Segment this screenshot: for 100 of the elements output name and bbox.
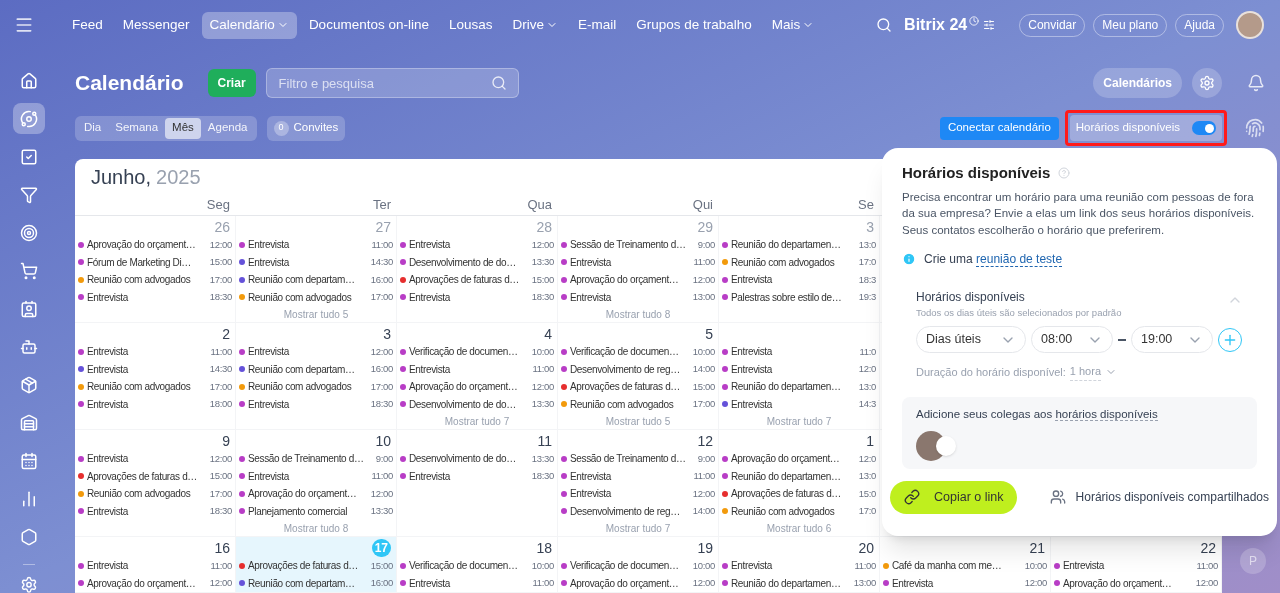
event-title[interactable]: Entrevista bbox=[409, 575, 450, 591]
event-title[interactable]: Entrevista bbox=[731, 558, 772, 574]
nav-tab[interactable]: Grupos de trabalho bbox=[628, 11, 760, 39]
day-cell[interactable]: 29 Sessão de Treinamento d… 9:00 Entrevista 11:00 Aprovação do orçament… 12:00 Entrevista 13:00 Mostrar tudo 8 bbox=[558, 216, 719, 323]
day-cell[interactable]: 9 Entrevista 12:00 Aprovações de faturas d… 15:00 Reunião com advogados 17:00 Entrevista 18:30 bbox=[75, 430, 236, 537]
available-times-link[interactable]: horários disponíveis bbox=[1055, 407, 1158, 421]
nav-tab[interactable]: Drive bbox=[504, 11, 566, 39]
event-title[interactable]: Desenvolvimento de reg… bbox=[570, 503, 680, 519]
event-title[interactable]: Entrevista bbox=[409, 468, 450, 484]
event-title[interactable]: Entrevista bbox=[248, 396, 289, 412]
event-title[interactable]: Entrevista bbox=[409, 361, 450, 377]
event-title[interactable]: Reunião com advogados bbox=[248, 289, 352, 305]
event-title[interactable]: Reunião com departam… bbox=[248, 361, 355, 377]
event-title[interactable]: Entrevista bbox=[87, 558, 128, 574]
day-cell[interactable]: 5 Verificação de documen… 10:00 Desenvolvimento de reg… 14:00 Aprovações de faturas d… 15:00 Reunião com advogados 17:00 Mostrar tudo 5 bbox=[558, 323, 719, 430]
day-cell[interactable]: 12 Sessão de Treinamento d… 9:00 Entrevista 11:00 Entrevista 12:00 Desenvolvimento de reg… 14:00 Mostrar tudo 7 bbox=[558, 430, 719, 537]
event-title[interactable]: Reunião do departamen… bbox=[731, 237, 841, 253]
event-title[interactable]: Verificação de documen… bbox=[570, 558, 679, 574]
event-title[interactable]: Entrevista bbox=[1063, 558, 1104, 574]
event-title[interactable]: Aprovação do orçament… bbox=[87, 575, 196, 591]
copy-link-button[interactable]: Copiar o link bbox=[890, 480, 1018, 514]
nav-tab[interactable]: Documentos on-line bbox=[300, 11, 437, 39]
day-cell[interactable]: 1 Aprovação do orçament… 12:0 Reunião do departamen… 13:0 Aprovações de faturas d… 15:0 Reunião com advogados 17:0 Mostrar tudo 6 bbox=[719, 430, 880, 537]
event-title[interactable]: Aprovações de faturas d… bbox=[248, 558, 358, 574]
day-cell[interactable]: 19 Verificação de documen… 10:00 Aprovação do orçament… 12:00 bbox=[558, 537, 719, 593]
event-title[interactable]: Aprovação do orçament… bbox=[87, 237, 196, 253]
event-title[interactable]: Reunião com advogados bbox=[87, 272, 191, 288]
event-title[interactable]: Reunião do departamen… bbox=[731, 575, 841, 591]
event-title[interactable]: Aprovação do orçament… bbox=[570, 272, 679, 288]
event-title[interactable]: Entrevista bbox=[731, 344, 772, 360]
event-title[interactable]: Sessão de Treinamento d… bbox=[248, 451, 364, 467]
event-title[interactable]: Entrevista bbox=[570, 468, 611, 484]
event-title[interactable]: Entrevista bbox=[570, 289, 611, 305]
day-cell[interactable]: 27 Entrevista 11:00 Entrevista 14:30 Reunião com departam… 16:00 Reunião com advogados 17:00 Mostrar tudo 5 bbox=[236, 216, 397, 323]
shared-times-link[interactable]: Horários disponíveis compartilhados bbox=[1049, 488, 1269, 507]
event-title[interactable]: Aprovações de faturas d… bbox=[409, 272, 519, 288]
day-cell[interactable]: 20 Entrevista 11:00 Reunião do departamen… 13:00 bbox=[719, 537, 880, 593]
event-title[interactable]: Reunião do departamen… bbox=[731, 468, 841, 484]
event-title[interactable]: Entrevista bbox=[87, 344, 128, 360]
event-title[interactable]: Verificação de documen… bbox=[409, 344, 518, 360]
event-title[interactable]: Reunião com advogados bbox=[248, 379, 352, 395]
event-title[interactable]: Sessão de Treinamento d… bbox=[570, 451, 686, 467]
nav-tab[interactable]: Messenger bbox=[114, 11, 198, 39]
event-title[interactable]: Aprovação do orçament… bbox=[248, 486, 357, 502]
day-cell[interactable]: 16 Entrevista 11:00 Aprovação do orçament… 12:00 bbox=[75, 537, 236, 593]
test-meeting-link[interactable]: reunião de teste bbox=[976, 252, 1063, 267]
event-title[interactable]: Entrevista bbox=[409, 237, 450, 253]
event-title[interactable]: Aprovação do orçament… bbox=[409, 379, 518, 395]
event-title[interactable]: Entrevista bbox=[87, 361, 128, 377]
view-tab[interactable]: Mês bbox=[165, 117, 201, 139]
day-cell[interactable]: 26 Aprovação do orçament… 12:00 Fórum de Marketing Di… 15:00 Reunião com advogados 17:00 Entrevista 18:30 bbox=[75, 216, 236, 323]
event-title[interactable]: Entrevista bbox=[87, 396, 128, 412]
day-cell[interactable]: 18 Verificação de documen… 10:00 Entrevista 11:00 bbox=[397, 537, 558, 593]
event-title[interactable]: Entrevista bbox=[87, 503, 128, 519]
nav-tab[interactable]: Feed bbox=[64, 11, 111, 39]
nav-tab[interactable]: Mais bbox=[763, 11, 823, 39]
event-title[interactable]: Desenvolvimento de reg… bbox=[570, 361, 680, 377]
event-title[interactable]: Reunião com advogados bbox=[731, 503, 835, 519]
event-title[interactable]: Entrevista bbox=[570, 486, 611, 502]
day-cell[interactable]: 3 Reunião do departamen… 13:0 Reunião com advogados 17:0 Entrevista 18:3 Palestras sobre estilo de… 19:3 bbox=[719, 216, 880, 323]
event-title[interactable]: Desenvolvimento de do… bbox=[409, 396, 516, 412]
event-title[interactable]: Aprovação do orçament… bbox=[731, 451, 840, 467]
event-title[interactable]: Verificação de documen… bbox=[570, 344, 679, 360]
event-title[interactable]: Entrevista bbox=[87, 451, 128, 467]
event-title[interactable]: Entrevista bbox=[570, 254, 611, 270]
event-title[interactable]: Desenvolvimento de do… bbox=[409, 451, 516, 467]
day-cell[interactable]: 11 Desenvolvimento de do… 13:30 Entrevista 18:30 bbox=[397, 430, 558, 537]
event-title[interactable]: Planejamento comercial bbox=[248, 503, 348, 519]
event-title[interactable]: Aprovações de faturas d… bbox=[87, 468, 197, 484]
event-title[interactable]: Fórum de Marketing Di… bbox=[87, 254, 191, 270]
event-title[interactable]: Entrevista bbox=[87, 289, 128, 305]
event-title[interactable]: Entrevista bbox=[248, 468, 289, 484]
event-title[interactable]: Reunião do departamen… bbox=[731, 379, 841, 395]
event-title[interactable]: Entrevista bbox=[409, 289, 450, 305]
day-cell[interactable]: 28 Entrevista 12:00 Desenvolvimento de do… 13:30 Aprovações de faturas d… 15:00 Entrevista 18:30 bbox=[397, 216, 558, 323]
day-cell[interactable]: Entrevista 11:0 Entrevista 12:0 Reunião do departamen… 13:0 Entrevista 14:3 Mostrar tudo 7 bbox=[719, 323, 880, 430]
event-title[interactable]: Entrevista bbox=[248, 237, 289, 253]
event-title[interactable]: Reunião com advogados bbox=[87, 379, 191, 395]
day-cell[interactable]: 4 Verificação de documen… 10:00 Entrevista 11:00 Aprovação do orçament… 12:00 Desenvolvimento de do… 13:30 Mostrar tudo 7 bbox=[397, 323, 558, 430]
event-title[interactable]: Reunião com departam… bbox=[248, 575, 355, 591]
event-title[interactable]: Entrevista bbox=[731, 396, 772, 412]
event-title[interactable]: Entrevista bbox=[248, 344, 289, 360]
event-title[interactable]: Reunião com advogados bbox=[731, 254, 835, 270]
event-title[interactable]: Entrevista bbox=[892, 575, 933, 591]
event-title[interactable]: Reunião com advogados bbox=[87, 486, 191, 502]
day-cell[interactable]: 3 Entrevista 12:00 Reunião com departam… 16:00 Reunião com advogados 17:00 Entrevista 18:30 bbox=[236, 323, 397, 430]
nav-tab[interactable]: E-mail bbox=[570, 11, 625, 39]
event-title[interactable]: Entrevista bbox=[248, 254, 289, 270]
event-title[interactable]: Entrevista bbox=[731, 361, 772, 377]
connect-calendar-button[interactable]: Conectar calendário bbox=[939, 116, 1059, 140]
event-title[interactable]: Reunião com advogados bbox=[570, 396, 674, 412]
day-cell[interactable]: 17 Aprovações de faturas d… 15:00 Reunião com departam… 16:00 bbox=[236, 537, 397, 593]
day-cell[interactable]: 10 Sessão de Treinamento d… 9:00 Entrevista 11:00 Aprovação do orçament… 12:00 Planejamento comercial 13:30 Mostrar tudo 8 bbox=[236, 430, 397, 537]
event-title[interactable]: Reunião com departam… bbox=[248, 272, 355, 288]
day-cell[interactable]: 2 Entrevista 11:00 Entrevista 14:30 Reunião com advogados 17:00 Entrevista 18:00 bbox=[75, 323, 236, 430]
event-title[interactable]: Aprovação do orçament… bbox=[1063, 575, 1172, 591]
day-cell[interactable]: 21 Café da manha com me… 10:00 Entrevista 12:00 bbox=[880, 537, 1051, 593]
event-title[interactable]: Verificação de documen… bbox=[409, 558, 518, 574]
day-cell[interactable]: 22 Entrevista 11:00 Aprovação do orçament… 12:00 bbox=[1051, 537, 1222, 593]
event-title[interactable]: Entrevista bbox=[731, 272, 772, 288]
